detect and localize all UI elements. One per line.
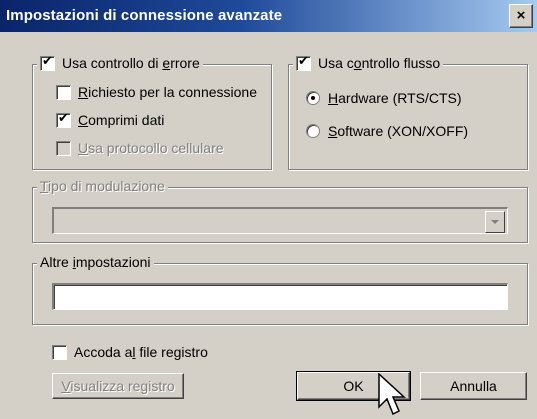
other-settings-label: Altre impostazioni: [40, 254, 151, 270]
flow-control-group: Usa controllo flusso: [288, 54, 528, 170]
radio-hardware[interactable]: Hardware (RTS/CTS): [306, 90, 462, 106]
other-settings-legend: Altre impostazioni: [37, 254, 154, 270]
required-for-connection-label: Richiesto per la connessione: [78, 84, 258, 100]
modulation-label: Tipo di modulazione: [40, 178, 165, 194]
cellular-protocol-label: Usa protocollo cellulare: [78, 140, 224, 156]
compress-data-checkbox[interactable]: [56, 111, 71, 128]
flow-control-legend[interactable]: Usa controllo flusso: [293, 54, 444, 71]
window-title: Impostazioni di connessione avanzate: [6, 7, 283, 24]
option-cellular-protocol: Usa protocollo cellulare: [56, 140, 224, 156]
hardware-label: Hardware (RTS/CTS): [328, 90, 462, 106]
error-control-label: Usa controllo di errore: [62, 55, 200, 71]
append-to-log-checkbox[interactable]: [52, 344, 67, 360]
software-label: Software (XON/XOFF): [328, 123, 469, 139]
modulation-legend: Tipo di modulazione: [37, 178, 168, 194]
chevron-down-icon: [485, 211, 505, 233]
compress-data-label: Comprimi dati: [78, 112, 165, 128]
hardware-radio[interactable]: [306, 91, 320, 105]
append-to-log-label: Accoda al file registro: [74, 344, 208, 360]
error-control-legend[interactable]: Usa controllo di errore: [37, 54, 203, 71]
title-bar: Impostazioni di connessione avanzate ×: [0, 0, 537, 32]
cancel-button[interactable]: Annulla: [420, 372, 527, 400]
radio-software[interactable]: Software (XON/XOFF): [306, 123, 468, 139]
close-button[interactable]: ×: [509, 4, 533, 28]
close-icon: ×: [516, 7, 526, 24]
modulation-select: [52, 207, 508, 234]
error-control-checkbox[interactable]: [40, 54, 55, 71]
cellular-protocol-checkbox: [56, 140, 71, 156]
flow-control-label: Usa controllo flusso: [318, 55, 441, 71]
required-for-connection-checkbox[interactable]: [56, 84, 71, 100]
option-required-for-connection[interactable]: Richiesto per la connessione: [56, 84, 257, 100]
view-log-button: Visualizza registro: [52, 373, 184, 399]
flow-control-checkbox[interactable]: [296, 54, 311, 71]
option-append-to-log[interactable]: Accoda al file registro: [52, 344, 208, 360]
software-radio[interactable]: [306, 124, 320, 138]
other-settings-input[interactable]: [52, 283, 508, 310]
option-compress-data[interactable]: Comprimi dati: [56, 111, 165, 128]
mouse-cursor-icon: [378, 373, 406, 416]
